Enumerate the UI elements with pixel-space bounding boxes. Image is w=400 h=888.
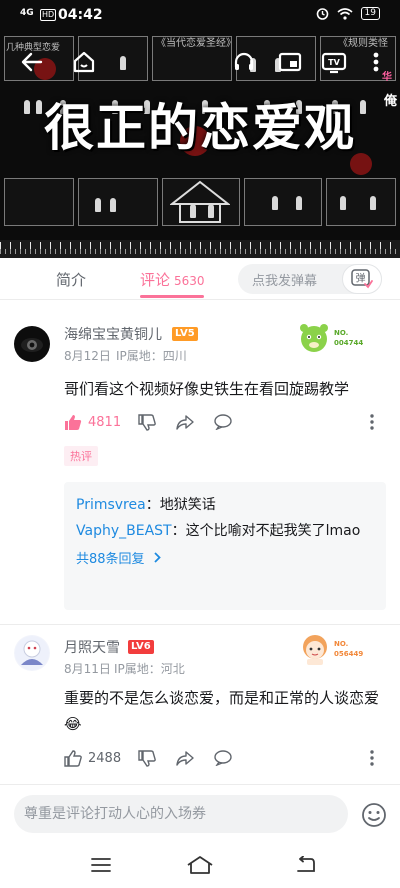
alarm-icon xyxy=(316,8,328,20)
danmaku-placeholder: 点我发弹幕 xyxy=(252,274,318,289)
reply-button[interactable] xyxy=(214,750,232,766)
avatar[interactable] xyxy=(14,326,50,362)
video-overlay-title: 很正的恋爱观 xyxy=(44,99,356,157)
share-icon xyxy=(176,751,194,766)
ip-location: IP属地：四川 xyxy=(116,349,187,363)
reply-item: Vaphy_BEAST：这个比喻对不起我笑了lmao xyxy=(76,523,361,539)
home-nav-icon xyxy=(187,856,213,874)
level-badge: LV5 xyxy=(172,327,198,341)
fan-badge-number: 004744 xyxy=(334,339,364,347)
more-vertical-icon xyxy=(370,414,374,430)
like-button[interactable]: 2488 xyxy=(64,750,121,767)
hamburger-icon xyxy=(91,858,111,872)
comment-more-button[interactable] xyxy=(370,414,374,430)
comment-date: 8月12日 xyxy=(64,349,111,363)
home-icon[interactable] xyxy=(70,48,98,76)
danmaku-input[interactable]: 点我发弹幕 弹 xyxy=(238,264,382,294)
ip-location: IP属地：河北 xyxy=(114,662,185,676)
comment-input-bar: 尊重是评论打动人心的入场券 xyxy=(0,784,400,842)
reply-preview[interactable]: Primsvrea：地狱笑话 Vaphy_BEAST：这个比喻对不起我笑了lma… xyxy=(64,482,386,610)
headphones-icon[interactable] xyxy=(230,48,258,76)
thumbs-down-icon xyxy=(138,414,156,431)
picture-in-picture-icon[interactable] xyxy=(276,48,304,76)
share-icon xyxy=(176,415,194,430)
danmaku-icon: 弹 xyxy=(351,269,373,289)
wifi-icon xyxy=(337,7,353,20)
like-count: 2488 xyxy=(88,751,122,766)
comment-item: 海绵宝宝黄铜儿 LV5 8月12日 IP属地：四川 NO. 004744 哥们看… xyxy=(0,300,400,620)
share-button[interactable] xyxy=(176,414,194,430)
battery-indicator: 19 xyxy=(360,7,380,20)
back-nav-icon xyxy=(297,856,315,872)
tv-label: TV xyxy=(328,58,340,67)
reply-text: 这个比喻对不起我笑了lmao xyxy=(185,523,361,539)
avatar[interactable] xyxy=(14,635,50,671)
danmaku-toggle-button[interactable]: 弹 xyxy=(342,264,382,294)
comment-input[interactable]: 尊重是评论打动人心的入场券 xyxy=(14,795,348,833)
reply-button[interactable] xyxy=(214,414,232,430)
dragon-mascot-icon xyxy=(300,324,328,352)
fan-badge-no: NO. xyxy=(334,640,349,648)
tab-intro[interactable]: 简介 xyxy=(56,269,86,290)
comment-item: 月照天雪 LV6 8月11日 IP属地：河北 NO. 056449 重要的不是怎… xyxy=(0,625,400,785)
comment-bubble-icon xyxy=(214,750,232,766)
username[interactable]: 海绵宝宝黄铜儿 xyxy=(64,324,162,344)
like-button[interactable]: 4811 xyxy=(64,414,121,431)
status-bar: 4G HD 04:42 19 xyxy=(0,0,400,30)
reply-username[interactable]: Primsvrea xyxy=(76,497,146,513)
thumbs-up-icon xyxy=(65,415,82,430)
chevron-right-icon xyxy=(154,552,161,563)
network-indicator: 4G xyxy=(20,8,34,18)
username[interactable]: 月照天雪 xyxy=(64,637,120,657)
clock: 04:42 xyxy=(58,7,103,23)
comment-input-placeholder: 尊重是评论打动人心的入场券 xyxy=(24,806,206,822)
comment-text: 重要的不是怎么谈恋爱，而是和正常的人谈恋爱😂 xyxy=(64,689,380,733)
thumbs-down-icon xyxy=(138,750,156,767)
reply-text: 地狱笑话 xyxy=(159,497,216,513)
tab-bar: 简介 评论 5630 点我发弹幕 弹 xyxy=(0,258,400,300)
dislike-button[interactable] xyxy=(138,414,156,431)
tv-cast-icon[interactable]: TV xyxy=(320,48,348,76)
view-more-replies-link[interactable]: 共88条回复 xyxy=(76,548,374,567)
comment-bubble-icon xyxy=(214,414,232,430)
active-tab-indicator xyxy=(140,295,204,298)
home-nav-button[interactable] xyxy=(185,852,215,878)
menu-nav-button[interactable] xyxy=(86,852,116,878)
fan-badge-no: NO. xyxy=(334,329,349,337)
comment-more-button[interactable] xyxy=(370,750,374,766)
system-nav-bar xyxy=(0,842,400,888)
emoji-icon[interactable] xyxy=(360,801,388,829)
more-vertical-icon[interactable] xyxy=(362,48,390,76)
fan-badge: NO. 056449 xyxy=(298,631,363,667)
anime-girl-icon xyxy=(303,635,327,665)
back-arrow-icon[interactable] xyxy=(18,48,46,76)
hd-indicator: HD xyxy=(40,9,57,21)
more-replies-label: 共88条回复 xyxy=(76,552,145,567)
progress-scrubber[interactable] xyxy=(0,240,400,258)
back-nav-button[interactable] xyxy=(290,852,320,878)
reply-username[interactable]: Vaphy_BEAST xyxy=(76,523,172,539)
svg-text:弹: 弹 xyxy=(356,272,366,285)
comment-actions: 4811 xyxy=(64,414,384,436)
hot-comment-tag: 热评 xyxy=(64,446,98,466)
level-badge: LV6 xyxy=(128,640,154,654)
reply-item: Primsvrea：地狱笑话 xyxy=(76,497,216,513)
more-vertical-icon xyxy=(370,750,374,766)
comment-text: 哥们看这个视频好像史铁生在看回旋踢教学 xyxy=(64,380,350,398)
tab-comments-label: 评论 xyxy=(140,271,171,289)
comment-count: 5630 xyxy=(174,274,205,288)
comment-actions: 2488 xyxy=(64,750,384,772)
dislike-button[interactable] xyxy=(138,750,156,767)
video-player[interactable]: 几种典型恋爱 《当代恋爱圣经》 《规则类怪 华 俺 很正的恋爱观 4G HD 0… xyxy=(0,0,400,258)
player-top-controls: TV xyxy=(0,44,400,80)
fan-badge: NO. 004744 xyxy=(296,322,363,354)
fan-badge-number: 056449 xyxy=(334,650,364,658)
like-count: 4811 xyxy=(88,415,122,430)
tab-comments[interactable]: 评论 5630 xyxy=(140,269,205,290)
share-button[interactable] xyxy=(176,750,194,766)
comment-date: 8月11日 xyxy=(64,662,111,676)
thumbs-up-icon xyxy=(64,750,82,767)
